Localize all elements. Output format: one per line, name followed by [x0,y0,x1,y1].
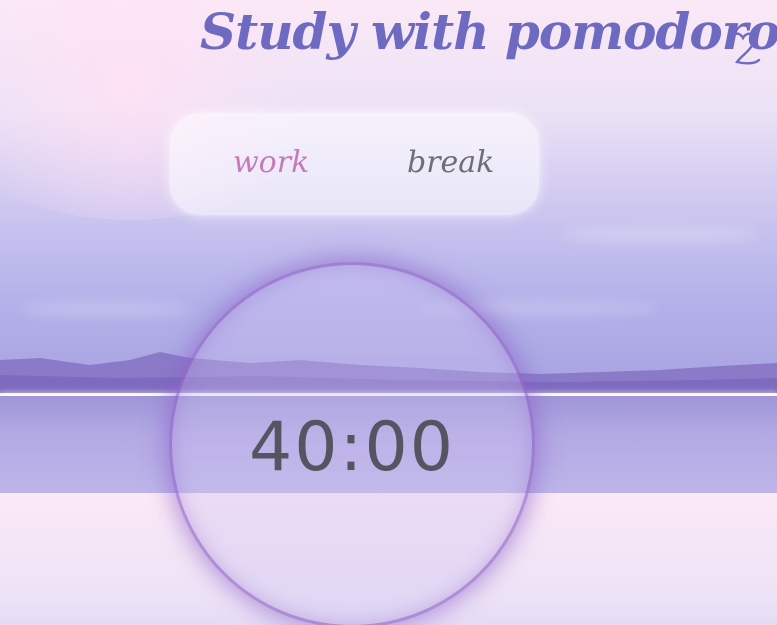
cloud [560,225,760,245]
mode-tabs: work break [172,115,537,213]
timer-circle[interactable]: 40:00 [172,265,532,625]
tab-break[interactable]: break [407,145,494,180]
heart-icon [730,32,761,65]
tab-work[interactable]: work [233,145,309,180]
cloud [20,300,190,318]
timer-display: 40:00 [249,408,455,487]
page-title: Study with pomodoro [200,2,777,61]
